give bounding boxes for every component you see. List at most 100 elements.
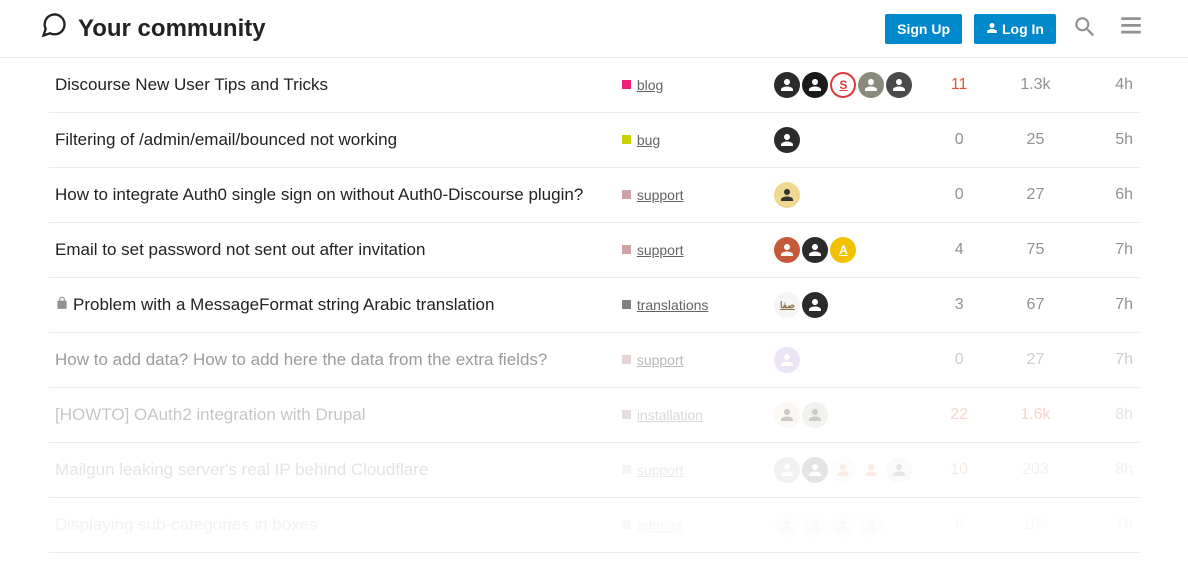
category-badge[interactable]: bug xyxy=(622,132,660,148)
avatar-placeholder-icon xyxy=(834,516,852,534)
posters-list: A xyxy=(774,237,915,263)
category-badge[interactable]: admins xyxy=(622,517,682,533)
user-avatar[interactable] xyxy=(858,512,884,538)
avatar-placeholder-icon xyxy=(890,461,908,479)
avatar-placeholder-icon xyxy=(778,516,796,534)
user-avatar[interactable] xyxy=(802,292,828,318)
posters-list: S xyxy=(774,72,915,98)
user-avatar[interactable] xyxy=(830,512,856,538)
category-label: support xyxy=(637,187,684,203)
topic-posters-cell xyxy=(768,168,921,223)
topic-title-cell: Displaying sub-categories in boxes xyxy=(49,498,616,553)
user-avatar[interactable] xyxy=(886,457,912,483)
topic-title-cell: Problem with a MessageFormat string Arab… xyxy=(49,278,616,333)
posters-list xyxy=(774,182,915,208)
search-button[interactable] xyxy=(1068,10,1102,47)
user-avatar[interactable] xyxy=(830,457,856,483)
menu-button[interactable] xyxy=(1114,10,1148,47)
category-label: translations xyxy=(637,297,709,313)
topic-posters-cell xyxy=(768,113,921,168)
topic-activity[interactable]: 8h xyxy=(1074,388,1139,443)
category-badge[interactable]: support xyxy=(622,352,684,368)
user-avatar[interactable] xyxy=(774,512,800,538)
topic-title-link[interactable]: How to integrate Auth0 single sign on wi… xyxy=(55,185,583,204)
topic-activity[interactable]: 6h xyxy=(1074,168,1139,223)
topic-title-link[interactable]: Discourse New User Tips and Tricks xyxy=(55,75,328,94)
topic-activity[interactable]: 7h xyxy=(1074,278,1139,333)
login-button[interactable]: Log In xyxy=(974,14,1056,44)
user-avatar[interactable] xyxy=(858,457,884,483)
user-avatar[interactable]: صفا xyxy=(774,292,800,318)
topic-replies[interactable]: 11 xyxy=(921,58,997,113)
user-avatar[interactable] xyxy=(774,182,800,208)
user-avatar[interactable]: S xyxy=(830,72,856,98)
topic-posters-cell xyxy=(768,333,921,388)
topic-replies[interactable]: 10 xyxy=(921,443,997,498)
lock-icon xyxy=(55,296,69,315)
brand[interactable]: Your community xyxy=(40,11,266,46)
category-label: support xyxy=(637,242,684,258)
avatar-placeholder-icon xyxy=(778,186,796,204)
category-badge[interactable]: installation xyxy=(622,407,703,423)
avatar-placeholder-icon xyxy=(806,406,824,424)
user-avatar[interactable] xyxy=(774,127,800,153)
topic-title-link[interactable]: Problem with a MessageFormat string Arab… xyxy=(73,295,494,314)
user-avatar[interactable] xyxy=(802,72,828,98)
topic-activity[interactable]: 7h xyxy=(1074,498,1139,553)
user-avatar[interactable]: A xyxy=(830,237,856,263)
topic-category-cell: support xyxy=(616,333,769,388)
topic-activity[interactable]: 8h xyxy=(1074,443,1139,498)
topic-posters-cell: صفا xyxy=(768,278,921,333)
topic-replies[interactable]: 6 xyxy=(921,498,997,553)
category-badge[interactable]: support xyxy=(622,242,684,258)
topic-title-link[interactable]: Filtering of /admin/email/bounced not wo… xyxy=(55,130,397,149)
user-avatar[interactable] xyxy=(802,237,828,263)
topic-title-cell: Filtering of /admin/email/bounced not wo… xyxy=(49,113,616,168)
topic-replies[interactable]: 22 xyxy=(921,388,997,443)
user-avatar[interactable] xyxy=(802,512,828,538)
category-badge[interactable]: blog xyxy=(622,77,663,93)
topic-title-link[interactable]: Mailgun leaking server's real IP behind … xyxy=(55,460,428,479)
search-icon xyxy=(1072,28,1098,43)
topic-activity[interactable]: 5h xyxy=(1074,113,1139,168)
user-avatar[interactable] xyxy=(802,457,828,483)
topic-replies[interactable]: 4 xyxy=(921,223,997,278)
user-avatar[interactable] xyxy=(774,237,800,263)
category-label: support xyxy=(637,352,684,368)
posters-list xyxy=(774,127,915,153)
user-avatar[interactable] xyxy=(774,402,800,428)
user-avatar[interactable] xyxy=(774,72,800,98)
topic-title-link[interactable]: Email to set password not sent out after… xyxy=(55,240,425,259)
topic-category-cell: support xyxy=(616,223,769,278)
topic-category-cell: support xyxy=(616,168,769,223)
topic-list: Discourse New User Tips and Tricks blog S 1… xyxy=(49,58,1139,553)
topic-row: How to integrate Auth0 single sign on wi… xyxy=(49,168,1139,223)
topic-replies[interactable]: 3 xyxy=(921,278,997,333)
avatar-placeholder-icon xyxy=(890,76,908,94)
topic-replies[interactable]: 0 xyxy=(921,113,997,168)
header: Your community Sign Up Log In xyxy=(0,0,1188,58)
category-badge[interactable]: support xyxy=(622,187,684,203)
topic-category-cell: bug xyxy=(616,113,769,168)
user-avatar[interactable] xyxy=(774,347,800,373)
user-avatar[interactable] xyxy=(802,402,828,428)
category-color-icon xyxy=(622,245,631,254)
category-badge[interactable]: support xyxy=(622,462,684,478)
topic-title-link[interactable]: [HOWTO] OAuth2 integration with Drupal xyxy=(55,405,366,424)
topic-list-container: Discourse New User Tips and Tricks blog S 1… xyxy=(39,58,1149,553)
topic-activity[interactable]: 7h xyxy=(1074,333,1139,388)
topic-activity[interactable]: 7h xyxy=(1074,223,1139,278)
avatar-placeholder-icon xyxy=(778,76,796,94)
topic-replies[interactable]: 0 xyxy=(921,168,997,223)
user-avatar[interactable] xyxy=(774,457,800,483)
category-badge[interactable]: translations xyxy=(622,297,709,313)
posters-list xyxy=(774,347,915,373)
topic-title-link[interactable]: How to add data? How to add here the dat… xyxy=(55,350,547,369)
topic-replies[interactable]: 0 xyxy=(921,333,997,388)
user-avatar[interactable] xyxy=(858,72,884,98)
user-avatar[interactable] xyxy=(886,72,912,98)
signup-button[interactable]: Sign Up xyxy=(885,14,962,44)
topic-title-link[interactable]: Displaying sub-categories in boxes xyxy=(55,515,318,534)
hamburger-icon xyxy=(1118,28,1144,43)
topic-activity[interactable]: 4h xyxy=(1074,58,1139,113)
